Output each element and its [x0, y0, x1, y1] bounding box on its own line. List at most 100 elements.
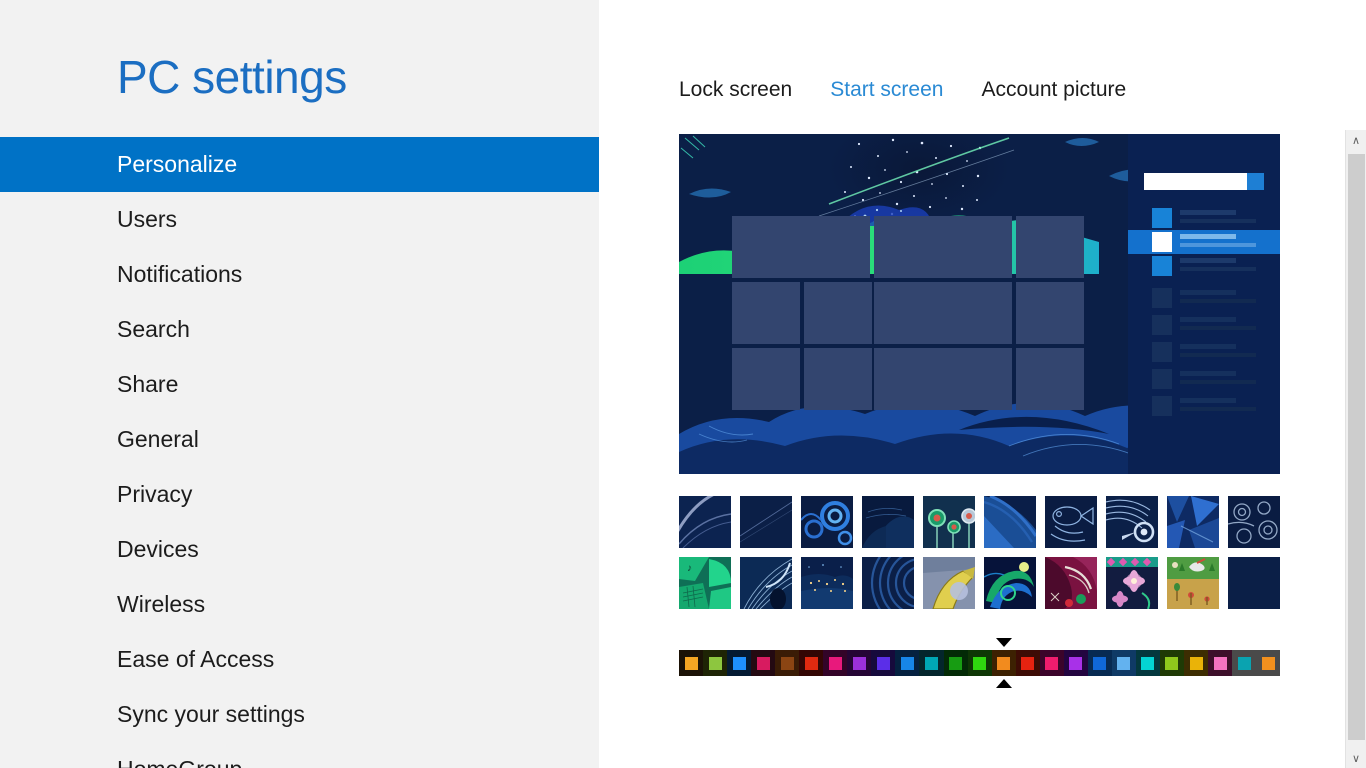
color-swatch[interactable] — [1064, 650, 1088, 676]
thumb-swirl-lines[interactable] — [679, 496, 731, 548]
page-title: PC settings — [117, 50, 347, 104]
preview-result-icon — [1152, 256, 1172, 276]
color-swatch[interactable] — [1256, 650, 1280, 676]
preview-result-row — [1144, 367, 1280, 391]
thumb-pink-orchid[interactable] — [1106, 557, 1158, 609]
sidebar-item-label: Search — [117, 316, 190, 343]
thumb-line-fish[interactable] — [1045, 496, 1097, 548]
thumb-blue-spirals[interactable] — [801, 496, 853, 548]
preview-tile — [874, 348, 1012, 410]
scrollbar-thumb[interactable] — [1348, 154, 1365, 740]
sidebar-item-label: Personalize — [117, 151, 237, 178]
preview-result-line — [1180, 398, 1236, 403]
color-chip — [1190, 657, 1203, 670]
thumb-dark-foliage[interactable] — [862, 496, 914, 548]
color-swatch[interactable] — [871, 650, 895, 676]
sidebar-nav-list: Personalize UsersNotifications Search Share… — [0, 137, 599, 768]
color-swatch[interactable] — [1016, 650, 1040, 676]
thumb-magenta-leaves[interactable] — [1045, 557, 1097, 609]
thumb-concentric-rings[interactable] — [862, 557, 914, 609]
color-swatch[interactable] — [823, 650, 847, 676]
color-swatch[interactable] — [679, 650, 703, 676]
thumb-fern-leaf[interactable] — [740, 557, 792, 609]
thumb-gears[interactable] — [1228, 496, 1280, 548]
color-selection-marker-top — [996, 638, 1012, 647]
color-chip — [1117, 657, 1130, 670]
preview-tile — [732, 348, 800, 410]
color-swatch[interactable] — [895, 650, 919, 676]
preview-result-line — [1180, 299, 1256, 303]
color-swatch[interactable] — [992, 650, 1016, 676]
sidebar-item-ease-of-access[interactable]: Ease of Access — [0, 632, 599, 687]
sidebar-item-general[interactable]: General — [0, 412, 599, 467]
preview-tile — [1016, 348, 1084, 410]
sidebar-item-devices[interactable]: Devices — [0, 522, 599, 577]
color-swatch[interactable] — [919, 650, 943, 676]
color-swatch[interactable] — [1208, 650, 1232, 676]
preview-result-row — [1144, 313, 1280, 337]
color-chip — [1093, 657, 1106, 670]
thumb-moon-swirl[interactable] — [984, 557, 1036, 609]
sidebar-item-notifications[interactable]: Notifications — [0, 247, 599, 302]
color-swatch[interactable] — [727, 650, 751, 676]
thumbnail-row: ♪ — [679, 557, 1280, 609]
color-swatch[interactable] — [847, 650, 871, 676]
color-swatch[interactable] — [968, 650, 992, 676]
color-swatch[interactable] — [1088, 650, 1112, 676]
thumbnail-art — [862, 496, 914, 548]
color-chip — [709, 657, 722, 670]
color-chip — [1165, 657, 1178, 670]
thumb-blue-fan[interactable] — [984, 496, 1036, 548]
color-chip — [853, 657, 866, 670]
thumbnail-art — [1228, 557, 1280, 609]
color-swatch[interactable] — [1184, 650, 1208, 676]
color-swatch[interactable] — [1232, 650, 1256, 676]
tab-lock-screen[interactable]: Lock screen — [679, 78, 792, 102]
color-swatch[interactable] — [703, 650, 727, 676]
color-swatch[interactable] — [1136, 650, 1160, 676]
sidebar-item-wireless[interactable]: Wireless — [0, 577, 599, 632]
thumb-radial-eye[interactable] — [1106, 496, 1158, 548]
tab-start-screen[interactable]: Start screen — [830, 78, 943, 102]
sidebar-item-sync-your-settings[interactable]: Sync your settings — [0, 687, 599, 742]
scroll-down-icon[interactable]: ∨ — [1346, 748, 1366, 768]
thumb-solid-navy[interactable] — [1228, 557, 1280, 609]
thumb-night-city[interactable] — [801, 557, 853, 609]
thumbnail-art — [984, 557, 1036, 609]
sidebar-item-users[interactable]: Users — [0, 192, 599, 247]
preview-tile — [804, 348, 872, 410]
sidebar-item-privacy[interactable]: Privacy — [0, 467, 599, 522]
color-swatch[interactable] — [751, 650, 775, 676]
sidebar: PC settings Personalize UsersNotification… — [0, 0, 599, 768]
thumbnail-art — [1106, 496, 1158, 548]
sidebar-item-label: Sync your settings — [117, 701, 305, 728]
thumb-diagonal-streak[interactable] — [740, 496, 792, 548]
sidebar-item-homegroup[interactable]: HomeGroup — [0, 742, 599, 768]
preview-result-line — [1180, 234, 1236, 239]
scroll-up-icon[interactable]: ∧ — [1346, 130, 1366, 150]
color-swatch[interactable] — [799, 650, 823, 676]
thumb-green-abstract[interactable]: ♪ — [679, 557, 731, 609]
vertical-scrollbar[interactable]: ∧ ∨ — [1345, 130, 1366, 768]
color-swatch[interactable] — [1112, 650, 1136, 676]
color-swatch[interactable] — [944, 650, 968, 676]
color-swatch-strip — [679, 650, 1280, 676]
tab-account-picture[interactable]: Account picture — [981, 78, 1126, 102]
thumb-blue-shards[interactable] — [1167, 496, 1219, 548]
color-swatch[interactable] — [1040, 650, 1064, 676]
sidebar-item-personalize[interactable]: Personalize — [0, 137, 599, 192]
preview-result-line — [1180, 353, 1256, 357]
thumb-flowers-teal[interactable] — [923, 496, 975, 548]
sidebar-item-share[interactable]: Share — [0, 357, 599, 412]
thumb-yellow-bird[interactable] — [923, 557, 975, 609]
color-swatch[interactable] — [775, 650, 799, 676]
preview-result-icon — [1152, 288, 1172, 308]
thumbnail-art — [1167, 496, 1219, 548]
preview-result-line — [1180, 380, 1256, 384]
color-selection-marker-bottom — [996, 679, 1012, 688]
sidebar-item-search[interactable]: Search — [0, 302, 599, 357]
color-swatch[interactable] — [1160, 650, 1184, 676]
thumb-folk-landscape[interactable] — [1167, 557, 1219, 609]
color-chip — [1069, 657, 1082, 670]
preview-search-pane — [1128, 134, 1280, 474]
